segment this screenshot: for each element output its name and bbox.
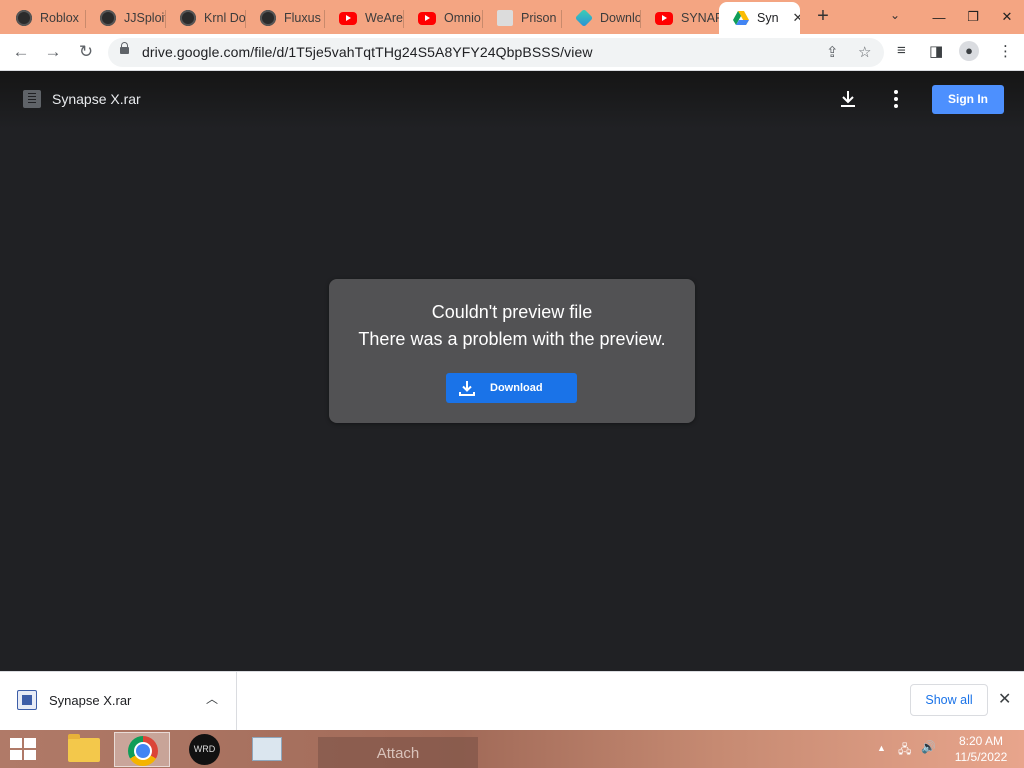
- tab-title: WeAre: [365, 11, 403, 25]
- media-controls-icon[interactable]: ≡: [897, 42, 906, 59]
- tab-strip: Roblox JJSploit Krnl Do Fluxus WeAre Omn…: [0, 0, 1024, 34]
- tab-title: Krnl Do: [204, 11, 246, 25]
- youtube-icon: [655, 11, 673, 25]
- tab-drive-active[interactable]: Syn ✕: [719, 2, 800, 34]
- viewer-header: Synapse X.rar Sign In: [0, 71, 1024, 129]
- download-item[interactable]: Synapse X.rar ︿: [0, 672, 237, 730]
- tab-download[interactable]: Downlo: [562, 2, 641, 34]
- roblox-icon: [180, 10, 196, 26]
- tab-title: Downlo: [600, 11, 641, 25]
- side-panel-icon[interactable]: ◨: [929, 42, 943, 60]
- attach-label: Attach: [318, 737, 478, 768]
- profile-avatar-icon[interactable]: ●: [959, 41, 979, 61]
- monitor-app-icon[interactable]: [238, 732, 294, 767]
- download-button[interactable]: Download: [446, 373, 577, 403]
- tab-title: JJSploit: [124, 11, 166, 25]
- close-shelf-icon[interactable]: ✕: [998, 689, 1011, 709]
- rar-archive-icon: [17, 690, 37, 710]
- gem-icon: [574, 8, 594, 28]
- tab-roblox[interactable]: Roblox: [2, 2, 86, 34]
- roblox-icon: [16, 10, 32, 26]
- browser-toolbar: ← → ↻ drive.google.com/file/d/1T5je5vahT…: [0, 34, 1024, 71]
- close-tab-icon[interactable]: ✕: [793, 10, 800, 26]
- tab-synapse-yt[interactable]: SYNAP: [641, 2, 719, 34]
- restore-icon[interactable]: ❐: [956, 9, 990, 25]
- back-arrow-icon[interactable]: ←: [10, 42, 32, 64]
- new-tab-button[interactable]: +: [812, 6, 834, 28]
- download-shelf: Synapse X.rar ︿ Show all ✕: [0, 671, 1024, 730]
- archive-file-icon: [23, 90, 41, 108]
- roblox-icon: [260, 10, 276, 26]
- address-bar[interactable]: drive.google.com/file/d/1T5je5vahTqtTHg2…: [108, 38, 884, 67]
- close-window-icon[interactable]: ✕: [990, 9, 1024, 25]
- tab-weare[interactable]: WeAre: [325, 2, 404, 34]
- error-message: There was a problem with the preview.: [358, 329, 666, 349]
- tab-title: SYNAP: [681, 11, 719, 25]
- sign-in-button[interactable]: Sign In: [932, 85, 1004, 114]
- more-options-icon[interactable]: [893, 89, 899, 109]
- clock-date: 11/5/2022: [954, 750, 1008, 764]
- tab-title: Prison: [521, 11, 557, 25]
- document-icon: [497, 10, 513, 26]
- show-hidden-icons-icon[interactable]: ▲: [877, 743, 886, 753]
- wrd-app-icon[interactable]: WRD: [176, 732, 232, 767]
- tab-title: Fluxus: [284, 11, 321, 25]
- youtube-icon: [418, 11, 436, 25]
- url-text[interactable]: drive.google.com/file/d/1T5je5vahTqtTHg2…: [142, 44, 593, 60]
- tab-prison[interactable]: Prison: [483, 2, 562, 34]
- system-clock[interactable]: 8:20 AM 11/5/2022: [952, 733, 1010, 765]
- tab-search-chevron-icon[interactable]: ⌄: [890, 8, 900, 22]
- tab-omnio[interactable]: Omnio: [404, 2, 483, 34]
- download-item-name: Synapse X.rar: [49, 693, 132, 708]
- windows-taskbar: WRD Attach ▲ 🖧 🔊 8:20 AM 11/5/2022: [0, 730, 1024, 768]
- window-controls: — ❐ ✕: [922, 0, 1024, 34]
- bookmark-star-icon[interactable]: ☆: [858, 43, 871, 61]
- reload-icon[interactable]: ↻: [75, 42, 97, 64]
- network-icon[interactable]: 🖧: [898, 740, 911, 761]
- tab-title: Syn: [757, 11, 779, 25]
- windows-start-icon[interactable]: [10, 738, 38, 762]
- roblox-icon: [100, 10, 116, 26]
- minimize-icon[interactable]: —: [922, 10, 956, 25]
- download-icon: [459, 381, 475, 396]
- download-icon[interactable]: [838, 89, 858, 109]
- share-icon[interactable]: ⇪: [826, 43, 839, 61]
- tab-fluxus[interactable]: Fluxus: [246, 2, 325, 34]
- file-explorer-icon[interactable]: [52, 732, 108, 767]
- show-all-button[interactable]: Show all: [910, 684, 988, 716]
- tab-title: Omnio: [444, 11, 481, 25]
- chevron-up-icon[interactable]: ︿: [206, 690, 218, 707]
- tab-title: Roblox: [40, 11, 79, 25]
- forward-arrow-icon[interactable]: →: [42, 42, 64, 64]
- download-button-label: Download: [490, 382, 543, 394]
- chrome-icon[interactable]: [114, 732, 170, 767]
- google-drive-icon: [733, 11, 749, 25]
- tab-jjsploit[interactable]: JJSploit: [86, 2, 166, 34]
- lock-icon[interactable]: [120, 42, 129, 57]
- kebab-menu-icon[interactable]: ⋮: [998, 42, 1013, 60]
- clock-time: 8:20 AM: [958, 734, 1004, 748]
- volume-icon[interactable]: 🔊: [921, 740, 936, 754]
- youtube-icon: [339, 11, 357, 25]
- error-title: Couldn't preview file: [431, 302, 593, 322]
- tab-krnl[interactable]: Krnl Do: [166, 2, 246, 34]
- preview-error-card: Couldn't preview file There was a proble…: [329, 279, 695, 423]
- file-title: Synapse X.rar: [52, 91, 141, 107]
